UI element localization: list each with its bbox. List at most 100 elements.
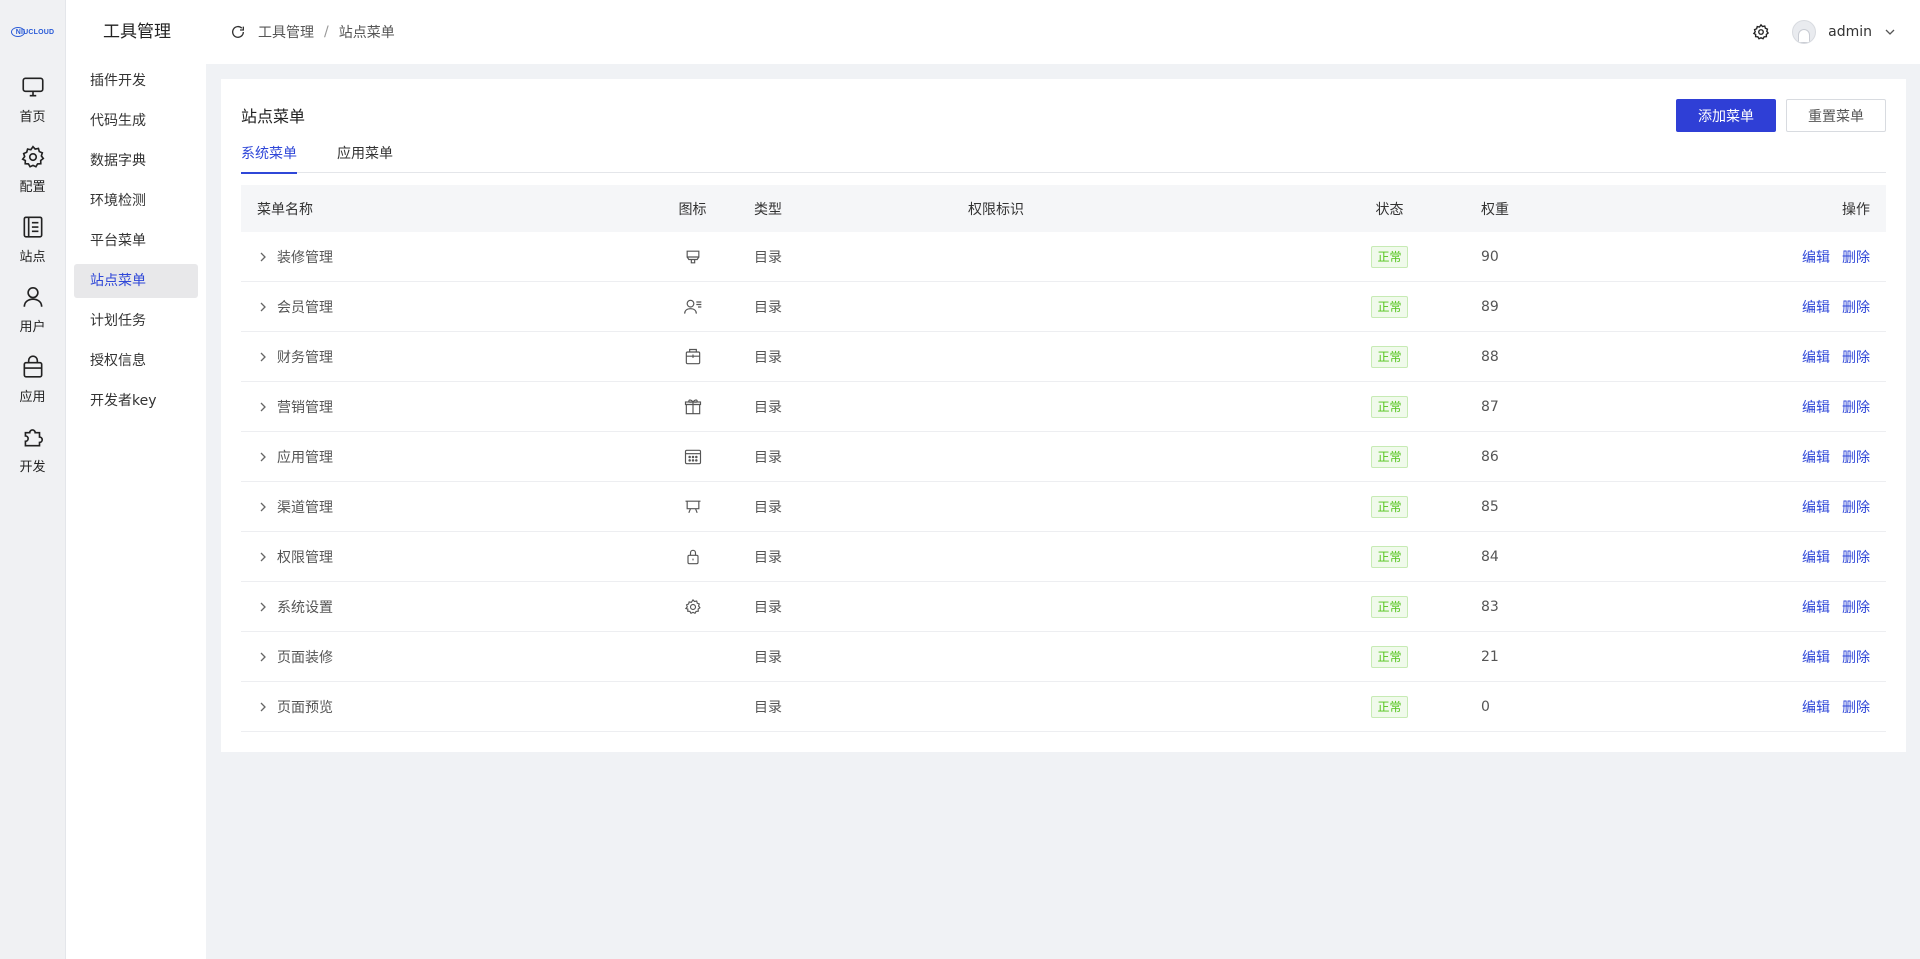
edit-link[interactable]: 编辑 [1802, 297, 1830, 317]
delete-link[interactable]: 删除 [1842, 447, 1870, 467]
delete-link[interactable]: 删除 [1842, 697, 1870, 717]
status-badge: 正常 [1371, 295, 1408, 318]
delete-link[interactable]: 删除 [1842, 347, 1870, 367]
table-row: 页面装修 目录 正常 21 编辑 删除 [241, 632, 1886, 682]
user-name[interactable]: admin [1828, 24, 1872, 40]
sidebar-item-license[interactable]: 授权信息 [74, 344, 198, 378]
sidebar-item-platform-menu[interactable]: 平台菜单 [74, 224, 198, 258]
edit-link[interactable]: 编辑 [1802, 247, 1830, 267]
sidebar-item-site-menu[interactable]: 站点菜单 [74, 264, 198, 298]
expand-arrow-icon[interactable] [257, 651, 269, 663]
logo[interactable]: NIUCLOUD [0, 0, 65, 64]
menu-type: 目录 [754, 299, 782, 316]
tab-system-menu[interactable]: 系统菜单 [241, 141, 297, 174]
expand-arrow-icon[interactable] [257, 551, 269, 563]
delete-link[interactable]: 删除 [1842, 297, 1870, 317]
edit-link[interactable]: 编辑 [1802, 597, 1830, 617]
edit-link[interactable]: 编辑 [1802, 547, 1830, 567]
table-row: 页面预览 目录 正常 0 编辑 删除 [241, 682, 1886, 732]
expand-arrow-icon[interactable] [257, 301, 269, 313]
breadcrumb-separator: / [324, 24, 329, 40]
table-row: 系统设置 目录 正常 83 编辑 删除 [241, 582, 1886, 632]
logo-mark: NIUCLOUD [10, 27, 55, 37]
edit-link[interactable]: 编辑 [1802, 497, 1830, 517]
breadcrumb: 工具管理 / 站点菜单 [258, 22, 395, 42]
menu-weight: 85 [1481, 498, 1499, 515]
menu-type: 目录 [754, 499, 782, 516]
tab-app-menu[interactable]: 应用菜单 [337, 141, 393, 173]
menu-name: 系统设置 [277, 599, 333, 616]
expand-arrow-icon[interactable] [257, 401, 269, 413]
table-row: 应用管理 目录 正常 86 编辑 删除 [241, 432, 1886, 482]
sidebar-item-plugin-dev[interactable]: 插件开发 [74, 64, 198, 98]
status-badge: 正常 [1371, 395, 1408, 418]
menu-name: 财务管理 [277, 349, 333, 366]
sidebar-item-dev-key[interactable]: 开发者key [74, 384, 198, 418]
column-header: 图标 [678, 201, 707, 218]
status-badge: 正常 [1371, 495, 1408, 518]
menu-weight: 86 [1481, 448, 1499, 465]
expand-arrow-icon[interactable] [257, 501, 269, 513]
refresh-icon[interactable] [230, 24, 246, 40]
avatar[interactable] [1792, 20, 1817, 44]
lock-icon [686, 549, 699, 564]
menu-weight: 21 [1481, 648, 1499, 665]
menu-type: 目录 [754, 399, 782, 416]
settings-icon[interactable] [1752, 23, 1770, 41]
menu-type: 目录 [754, 249, 782, 266]
delete-link[interactable]: 删除 [1842, 647, 1870, 667]
expand-arrow-icon[interactable] [257, 601, 269, 613]
menu-type: 目录 [754, 349, 782, 366]
delete-link[interactable]: 删除 [1842, 547, 1870, 567]
column-header: 状态 [1375, 201, 1404, 218]
brush-icon [686, 250, 699, 263]
sidebar-item-dictionary[interactable]: 数据字典 [74, 144, 198, 178]
document-icon [23, 215, 42, 238]
status-badge: 正常 [1371, 645, 1408, 668]
edit-link[interactable]: 编辑 [1802, 397, 1830, 417]
rail-item-dev[interactable]: 开发 [0, 414, 65, 484]
top-header: 工具管理 / 站点菜单 admin [206, 0, 1920, 64]
edit-link[interactable]: 编辑 [1802, 447, 1830, 467]
rail-item-app[interactable]: 应用 [0, 344, 65, 414]
edit-link[interactable]: 编辑 [1802, 347, 1830, 367]
sidebar-item-env-check[interactable]: 环境检测 [74, 184, 198, 218]
reset-menu-button[interactable]: 重置菜单 [1786, 99, 1886, 132]
page-title: 站点菜单 [241, 107, 306, 126]
monitor-icon [21, 77, 44, 96]
sidebar-item-code-gen[interactable]: 代码生成 [74, 104, 198, 138]
status-badge: 正常 [1371, 345, 1408, 368]
delete-link[interactable]: 删除 [1842, 597, 1870, 617]
edit-link[interactable]: 编辑 [1802, 647, 1830, 667]
delete-link[interactable]: 删除 [1842, 497, 1870, 517]
chevron-down-icon[interactable] [1884, 26, 1896, 38]
icon-rail: NIUCLOUD 首页 配置 站点 用户 应用 开发 [0, 0, 66, 959]
menu-type: 目录 [754, 649, 782, 666]
delete-link[interactable]: 删除 [1842, 397, 1870, 417]
expand-arrow-icon[interactable] [257, 251, 269, 263]
content-card: 站点菜单 添加菜单 重置菜单 系统菜单 应用菜单 菜单名称 图标 类型 权限标识… [221, 79, 1906, 752]
expand-arrow-icon[interactable] [257, 451, 269, 463]
rail-item-user[interactable]: 用户 [0, 274, 65, 344]
breadcrumb-current: 站点菜单 [338, 25, 395, 41]
grid-icon [684, 449, 701, 464]
menu-weight: 0 [1481, 698, 1490, 715]
menu-type: 目录 [754, 549, 782, 566]
status-badge: 正常 [1371, 245, 1408, 268]
rail-item-site[interactable]: 站点 [0, 204, 65, 274]
user-icon [23, 286, 42, 307]
breadcrumb-item[interactable]: 工具管理 [258, 22, 314, 42]
expand-arrow-icon[interactable] [257, 701, 269, 713]
rail-label: 应用 [19, 389, 46, 405]
sidebar-item-schedule[interactable]: 计划任务 [74, 304, 198, 338]
expand-arrow-icon[interactable] [257, 351, 269, 363]
gear-icon [20, 144, 44, 168]
column-header: 类型 [754, 201, 782, 218]
rail-item-home[interactable]: 首页 [0, 64, 65, 134]
rail-item-config[interactable]: 配置 [0, 134, 65, 204]
add-menu-button[interactable]: 添加菜单 [1676, 99, 1776, 132]
delete-link[interactable]: 删除 [1842, 247, 1870, 267]
settings-icon [684, 598, 701, 614]
edit-link[interactable]: 编辑 [1802, 697, 1830, 717]
status-badge: 正常 [1371, 695, 1408, 718]
